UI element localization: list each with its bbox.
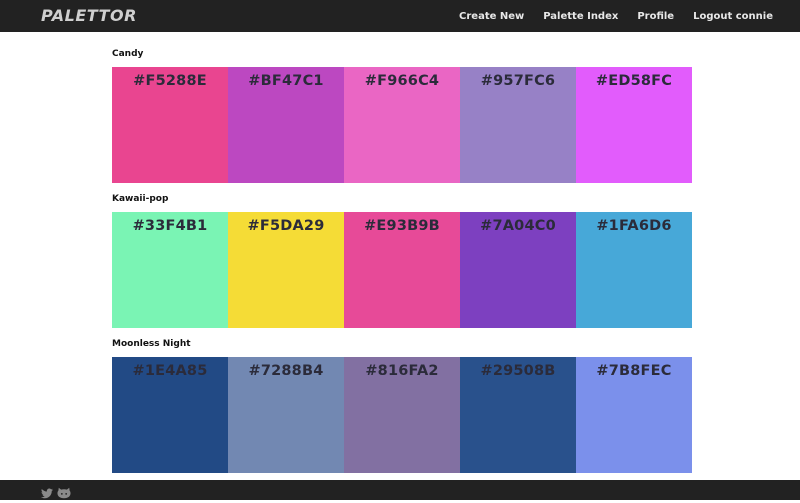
swatch-row: #1E4A85 #7288B4 #816FA2 #29508B #7B8FEC <box>112 357 692 473</box>
swatch-row: #33F4B1 #F5DA29 #E93B9B #7A04C0 #1FA6D6 <box>112 212 692 328</box>
main-nav: Create New Palette Index Profile Logout … <box>459 0 773 32</box>
color-swatch[interactable]: #F5288E <box>112 67 228 183</box>
palette-list: Candy #F5288E #BF47C1 #F966C4 #957FC6 #E… <box>112 32 692 473</box>
swatch-hex-label: #957FC6 <box>480 73 556 89</box>
palette-moonless-night: Moonless Night #1E4A85 #7288B4 #816FA2 #… <box>112 338 692 473</box>
swatch-hex-label: #33F4B1 <box>132 218 208 234</box>
top-navbar: PALETTOR Create New Palette Index Profil… <box>0 0 800 32</box>
swatch-hex-label: #ED58FC <box>595 73 673 89</box>
swatch-hex-label: #1E4A85 <box>132 363 208 379</box>
palette-title: Moonless Night <box>112 339 191 349</box>
nav-profile[interactable]: Profile <box>637 11 674 22</box>
palette-title: Candy <box>112 49 144 59</box>
nav-logout[interactable]: Logout connie <box>693 11 773 22</box>
swatch-hex-label: #F966C4 <box>364 73 440 89</box>
swatch-hex-label: #7288B4 <box>248 363 324 379</box>
swatch-hex-label: #29508B <box>480 363 556 379</box>
nav-create-new[interactable]: Create New <box>459 11 524 22</box>
color-swatch[interactable]: #816FA2 <box>344 357 460 473</box>
color-swatch[interactable]: #BF47C1 <box>228 67 344 183</box>
twitter-icon[interactable] <box>41 484 53 503</box>
swatch-hex-label: #F5288E <box>133 73 207 89</box>
footer-bar <box>0 480 800 500</box>
swatch-hex-label: #816FA2 <box>365 363 439 379</box>
github-icon[interactable] <box>57 484 71 503</box>
color-swatch[interactable]: #1E4A85 <box>112 357 228 473</box>
color-swatch[interactable]: #7B8FEC <box>576 357 692 473</box>
swatch-hex-label: #E93B9B <box>364 218 440 234</box>
brand-logo[interactable]: PALETTOR <box>41 6 137 25</box>
swatch-hex-label: #BF47C1 <box>248 73 324 89</box>
palette-kawaii-pop: Kawaii-pop #33F4B1 #F5DA29 #E93B9B #7A04… <box>112 193 692 328</box>
swatch-hex-label: #7A04C0 <box>480 218 556 234</box>
swatch-hex-label: #1FA6D6 <box>596 218 672 234</box>
color-swatch[interactable]: #33F4B1 <box>112 212 228 328</box>
swatch-hex-label: #F5DA29 <box>247 218 325 234</box>
color-swatch[interactable]: #29508B <box>460 357 576 473</box>
color-swatch[interactable]: #E93B9B <box>344 212 460 328</box>
color-swatch[interactable]: #F966C4 <box>344 67 460 183</box>
palette-candy: Candy #F5288E #BF47C1 #F966C4 #957FC6 #E… <box>112 48 692 183</box>
color-swatch[interactable]: #ED58FC <box>576 67 692 183</box>
swatch-row: #F5288E #BF47C1 #F966C4 #957FC6 #ED58FC <box>112 67 692 183</box>
color-swatch[interactable]: #F5DA29 <box>228 212 344 328</box>
color-swatch[interactable]: #957FC6 <box>460 67 576 183</box>
palette-title: Kawaii-pop <box>112 194 169 204</box>
color-swatch[interactable]: #7A04C0 <box>460 212 576 328</box>
swatch-hex-label: #7B8FEC <box>596 363 672 379</box>
color-swatch[interactable]: #7288B4 <box>228 357 344 473</box>
nav-palette-index[interactable]: Palette Index <box>543 11 618 22</box>
color-swatch[interactable]: #1FA6D6 <box>576 212 692 328</box>
